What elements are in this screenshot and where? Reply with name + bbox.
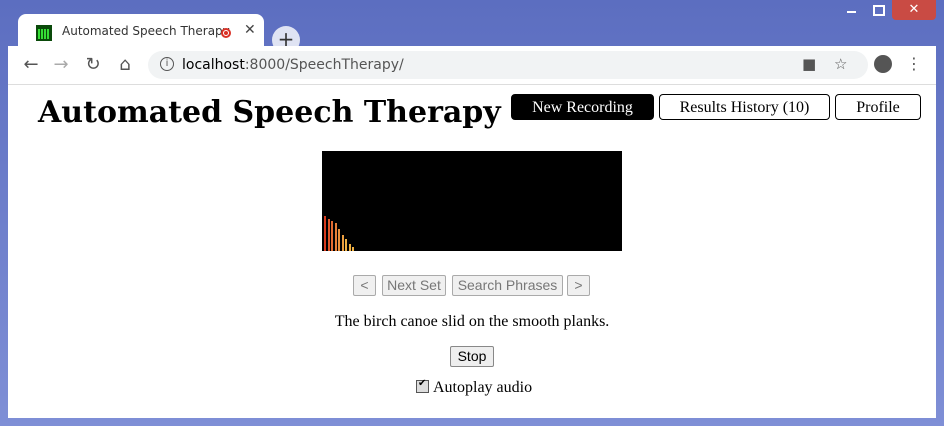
autoplay-option[interactable]: Autoplay audio: [416, 378, 533, 397]
autoplay-checkbox[interactable]: [416, 378, 429, 393]
info-icon[interactable]: i: [160, 57, 174, 71]
visualizer-bar: [327, 219, 330, 251]
visualizer-bar: [348, 244, 351, 251]
visualizer-bar: [334, 223, 337, 251]
phrase-text: The birch canoe slid on the smooth plank…: [334, 313, 610, 330]
nav-profile[interactable]: Profile: [835, 94, 921, 120]
home-icon[interactable]: ⌂: [114, 54, 136, 76]
recording-dot-icon: [221, 28, 231, 38]
audio-visualizer: [322, 151, 622, 251]
next-button[interactable]: >: [567, 275, 590, 296]
sound-bars-icon: [36, 25, 52, 41]
visualizer-bar: [324, 216, 326, 251]
menu-icon[interactable]: ⋮: [906, 54, 922, 73]
address-bar[interactable]: i localhost:8000/SpeechTherapy/ ■ ☆: [148, 51, 868, 79]
account-icon[interactable]: [874, 55, 892, 73]
visualizer-bar: [331, 221, 333, 251]
browser-toolbar: ← → ↻ ⌂ i localhost:8000/SpeechTherapy/ …: [8, 46, 936, 85]
visualizer-bar: [341, 235, 344, 251]
visualizer-bar: [345, 239, 347, 251]
nav-new-recording[interactable]: New Recording: [511, 94, 654, 120]
camera-icon[interactable]: ■: [802, 55, 816, 73]
browser-tab[interactable]: Automated Speech Therapy ✕: [18, 14, 264, 48]
stop-button[interactable]: Stop: [450, 346, 494, 367]
reload-icon[interactable]: ↻: [82, 54, 104, 76]
page-title: Automated Speech Therapy: [38, 95, 501, 130]
url-text: localhost:8000/SpeechTherapy/: [182, 57, 404, 73]
visualizer-bar: [352, 247, 354, 251]
tab-bar: Automated Speech Therapy ✕ +: [8, 10, 936, 54]
next-set-button[interactable]: Next Set: [382, 275, 446, 296]
tab-title: Automated Speech Therapy: [62, 24, 230, 38]
tab-close-button[interactable]: ✕: [244, 22, 256, 38]
star-icon[interactable]: ☆: [834, 55, 847, 73]
page-content: Automated Speech Therapy New Recording R…: [8, 85, 936, 418]
visualizer-bar: [338, 229, 340, 251]
nav-results-history[interactable]: Results History (10): [659, 94, 830, 120]
forward-arrow-icon[interactable]: →: [50, 54, 72, 76]
back-arrow-icon[interactable]: ←: [20, 54, 42, 76]
prev-button[interactable]: <: [353, 275, 376, 296]
autoplay-label: Autoplay audio: [433, 379, 533, 396]
search-phrases-button[interactable]: Search Phrases: [452, 275, 563, 296]
